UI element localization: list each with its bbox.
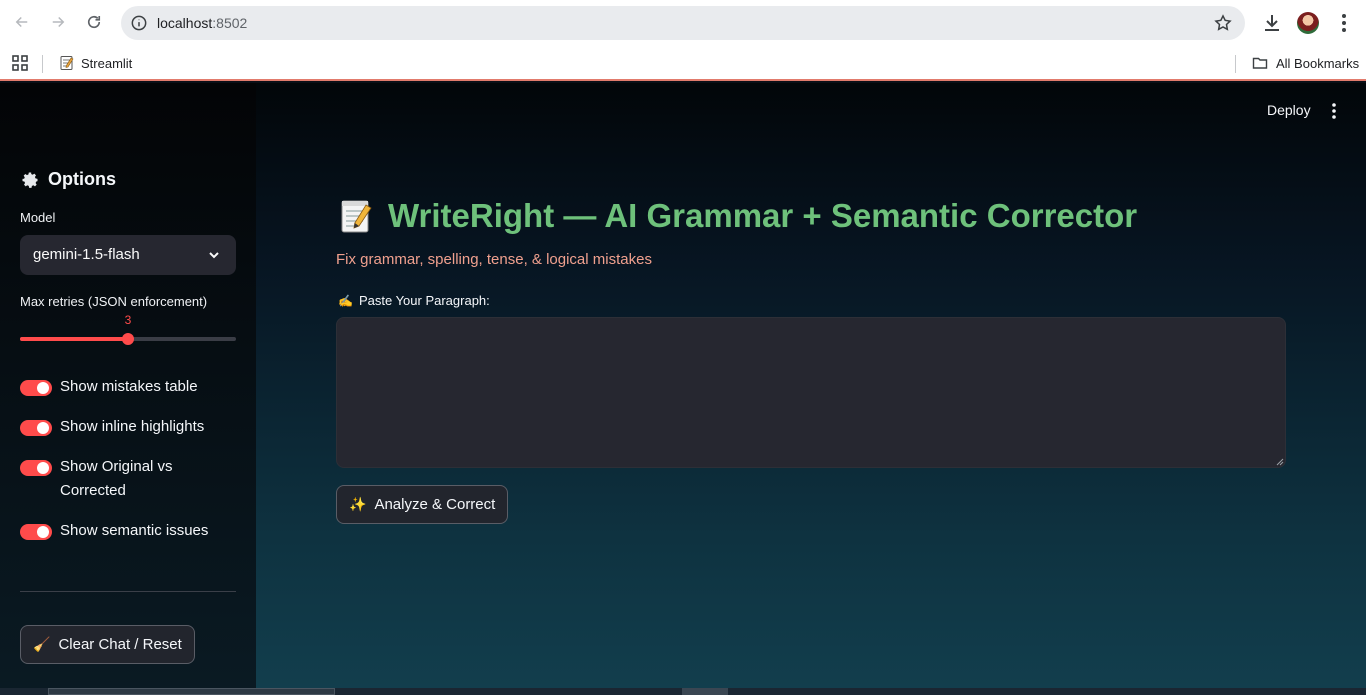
- browser-menu-icon[interactable]: [1334, 12, 1354, 34]
- site-info-icon[interactable]: [129, 13, 149, 33]
- toggle-original-vs-corrected[interactable]: Show Original vs Corrected: [20, 458, 190, 503]
- toggle-switch[interactable]: [20, 524, 52, 540]
- analyze-correct-label: Analyze & Correct: [374, 496, 496, 513]
- url-text: localhost:8502: [157, 15, 248, 31]
- all-bookmarks-label: All Bookmarks: [1276, 55, 1360, 71]
- download-icon[interactable]: [1260, 11, 1284, 35]
- folder-icon: [1252, 57, 1268, 69]
- retries-slider-value: 3: [124, 313, 132, 327]
- page-title: WriteRight — AI Grammar + Semantic Corre…: [338, 197, 1137, 235]
- memo-page-icon: [60, 56, 74, 70]
- toggle-switch[interactable]: [20, 380, 52, 396]
- model-label: Model: [20, 210, 56, 225]
- bookmarks-divider: [42, 55, 43, 73]
- paragraph-input-label-text: Paste Your Paragraph:: [358, 293, 490, 308]
- sparkles-icon: ✨: [349, 496, 367, 512]
- model-select[interactable]: gemini-1.5-flash: [20, 235, 236, 275]
- broom-icon: 🧹: [33, 636, 51, 652]
- resize-grip-icon[interactable]: [1276, 458, 1284, 466]
- profile-avatar[interactable]: [1297, 12, 1319, 34]
- bookmarks-bar: Streamlit All Bookmarks: [0, 46, 1366, 81]
- retries-slider-fill: [20, 337, 128, 341]
- retries-slider-thumb[interactable]: [122, 333, 134, 345]
- page-subtitle: Fix grammar, spelling, tense, & logical …: [336, 251, 652, 268]
- toggle-label: Show inline highlights: [60, 418, 205, 435]
- gear-icon: [22, 172, 38, 188]
- bookmark-star-icon[interactable]: [1213, 13, 1233, 33]
- back-icon[interactable]: [9, 9, 35, 35]
- toggle-label: Show semantic issues: [60, 522, 209, 539]
- paragraph-textarea[interactable]: [336, 317, 1286, 468]
- clear-reset-button[interactable]: 🧹 Clear Chat / Reset: [20, 625, 195, 664]
- sidebar-title: Options: [20, 169, 116, 190]
- chevron-down-icon: [209, 252, 219, 259]
- address-bar[interactable]: localhost:8502: [121, 6, 1245, 40]
- writing-hand-icon: ✍️: [338, 293, 353, 308]
- toggle-label: Show Original vs Corrected: [60, 458, 173, 499]
- browser-toolbar: localhost:8502: [0, 0, 1366, 46]
- memo-icon: [341, 200, 372, 233]
- bookmark-streamlit[interactable]: Streamlit: [59, 53, 132, 73]
- bookmark-label: Streamlit: [81, 55, 133, 71]
- forward-icon[interactable]: [45, 9, 71, 35]
- toggle-switch[interactable]: [20, 420, 52, 436]
- page-title-text: WriteRight — AI Grammar + Semantic Corre…: [388, 197, 1138, 234]
- sidebar-title-text: Options: [48, 169, 116, 189]
- taskbar-strip: [0, 688, 1366, 695]
- sidebar: Options Model gemini-1.5-flash Max retri…: [0, 83, 256, 688]
- deploy-button[interactable]: Deploy: [1267, 102, 1311, 118]
- toggle-inline-highlights[interactable]: Show inline highlights: [20, 418, 204, 439]
- apps-grid-icon[interactable]: [11, 54, 29, 72]
- model-select-value: gemini-1.5-flash: [33, 246, 140, 263]
- taskbar-item[interactable]: [682, 688, 728, 695]
- app-menu-icon[interactable]: [1326, 101, 1342, 121]
- toggle-label: Show mistakes table: [60, 378, 198, 395]
- retries-label: Max retries (JSON enforcement): [20, 294, 208, 309]
- toggle-semantic-issues[interactable]: Show semantic issues: [20, 522, 208, 543]
- toggle-mistakes-table[interactable]: Show mistakes table: [20, 378, 198, 399]
- all-bookmarks-button[interactable]: All Bookmarks: [1252, 53, 1359, 73]
- clear-reset-label: Clear Chat / Reset: [58, 636, 182, 653]
- bookmarks-divider-right: [1235, 55, 1236, 73]
- streamlit-app: Options Model gemini-1.5-flash Max retri…: [0, 83, 1366, 688]
- paragraph-input-label: ✍️ Paste Your Paragraph:: [338, 293, 490, 308]
- toggle-switch[interactable]: [20, 460, 52, 476]
- taskbar-item[interactable]: [48, 688, 335, 695]
- analyze-correct-button[interactable]: ✨ Analyze & Correct: [336, 485, 509, 524]
- sidebar-divider: [20, 591, 236, 592]
- reload-icon[interactable]: [81, 9, 107, 35]
